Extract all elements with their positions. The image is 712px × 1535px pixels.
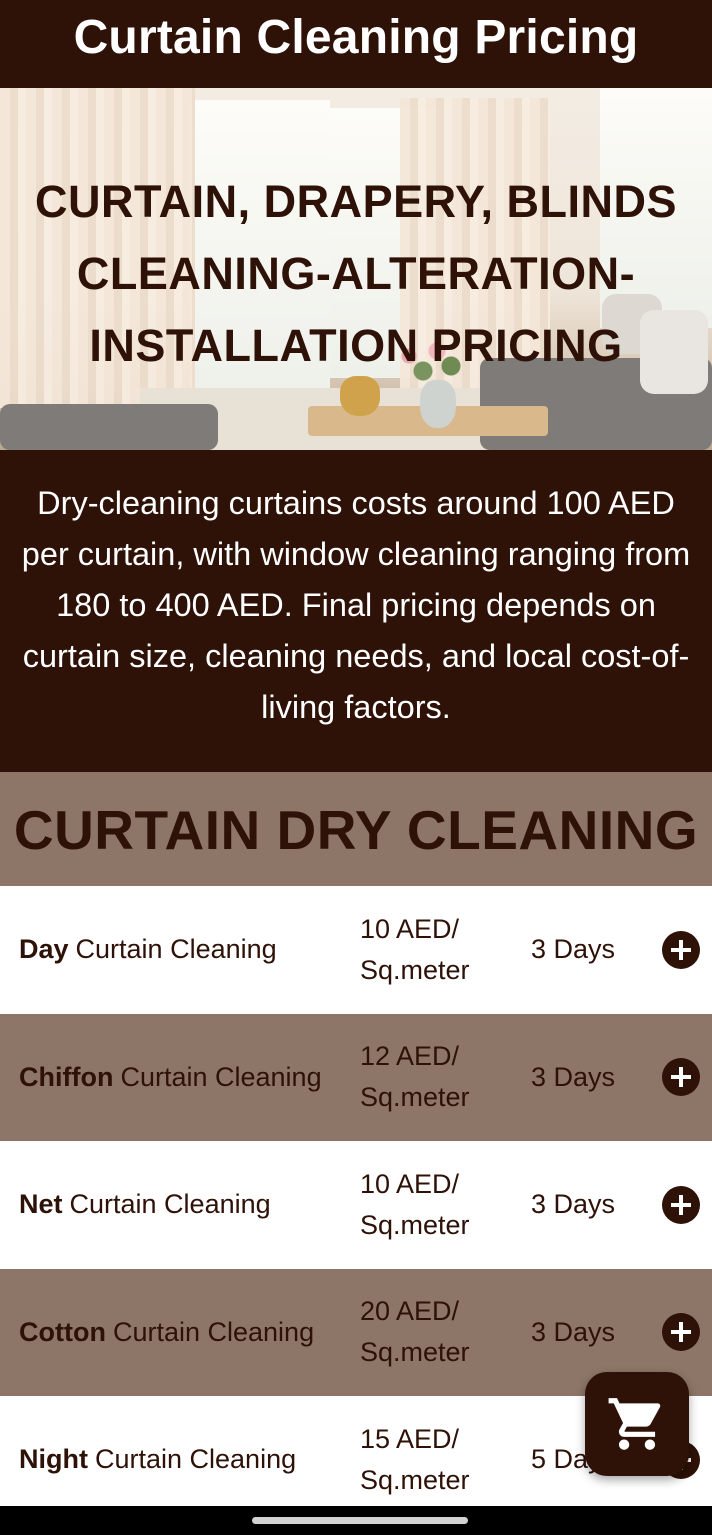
page: Curtain Cleaning Pricing CURTAIN, DRAPER… bbox=[0, 0, 712, 1535]
service-duration: 3 Days bbox=[531, 934, 616, 965]
shopping-cart-icon bbox=[608, 1398, 661, 1450]
service-name: Cotton Curtain Cleaning bbox=[19, 1269, 314, 1397]
service-label: Curtain Cleaning bbox=[120, 1061, 322, 1092]
vase-image bbox=[340, 376, 380, 416]
service-label: Curtain Cleaning bbox=[94, 1444, 297, 1475]
price-amount: 20 AED/ bbox=[360, 1296, 460, 1327]
intro-section: Dry-cleaning curtains costs around 100 A… bbox=[0, 450, 712, 772]
list-item: Chiffon Curtain Cleaning 12 AED/Sq.meter … bbox=[0, 1013, 712, 1142]
service-type: Net bbox=[19, 1189, 63, 1220]
price-unit: Sq.meter bbox=[360, 1464, 470, 1495]
service-label: Curtain Cleaning bbox=[75, 934, 277, 965]
system-nav-bar bbox=[0, 1506, 712, 1535]
hero-title: CURTAIN, DRAPERY, BLINDS CLEANING-ALTERA… bbox=[34, 176, 678, 371]
sofa-image bbox=[0, 404, 218, 450]
home-gesture-handle[interactable] bbox=[252, 1517, 468, 1524]
hero-banner: CURTAIN, DRAPERY, BLINDS CLEANING-ALTERA… bbox=[0, 88, 712, 450]
price-unit: Sq.meter bbox=[360, 1082, 470, 1113]
service-duration: 3 Days bbox=[531, 1061, 616, 1092]
service-name: Net Curtain Cleaning bbox=[19, 1141, 271, 1269]
list-item: Day Curtain Cleaning 10 AED/Sq.meter 3 Da… bbox=[0, 886, 712, 1014]
service-type: Chiffon bbox=[19, 1061, 114, 1092]
service-duration: 3 Days bbox=[531, 1189, 616, 1220]
price-amount: 10 AED/ bbox=[360, 913, 460, 944]
service-type: Cotton bbox=[19, 1316, 106, 1347]
price-amount: 10 AED/ bbox=[360, 1168, 460, 1199]
plus-circle-icon[interactable] bbox=[662, 1313, 700, 1352]
price-unit: Sq.meter bbox=[360, 1337, 470, 1368]
vase-image bbox=[420, 380, 456, 428]
service-type: Night bbox=[19, 1444, 88, 1475]
service-label: Curtain Cleaning bbox=[112, 1316, 315, 1347]
service-name: Day Curtain Cleaning bbox=[19, 886, 277, 1014]
price-amount: 15 AED/ bbox=[360, 1423, 460, 1454]
price-unit: Sq.meter bbox=[360, 954, 470, 985]
list-item: Net Curtain Cleaning 10 AED/Sq.meter 3 Da… bbox=[0, 1141, 712, 1269]
price-amount: 12 AED/ bbox=[360, 1041, 460, 1072]
section-title: CURTAIN DRY CLEANING bbox=[13, 799, 699, 861]
section-header: CURTAIN DRY CLEANING bbox=[0, 772, 712, 886]
plus-circle-icon[interactable] bbox=[662, 1058, 700, 1097]
service-label: Curtain Cleaning bbox=[69, 1189, 271, 1220]
service-name: Chiffon Curtain Cleaning bbox=[19, 1014, 322, 1142]
service-price: 10 AED/Sq.meter bbox=[360, 886, 470, 1014]
header-bar: Curtain Cleaning Pricing bbox=[0, 0, 712, 88]
service-price: 15 AED/Sq.meter bbox=[360, 1396, 470, 1524]
service-price: 12 AED/Sq.meter bbox=[360, 1014, 470, 1142]
page-title: Curtain Cleaning Pricing bbox=[73, 10, 639, 64]
plus-circle-icon[interactable] bbox=[662, 930, 700, 969]
service-price: 10 AED/Sq.meter bbox=[360, 1141, 470, 1269]
service-price: 20 AED/Sq.meter bbox=[360, 1269, 470, 1397]
service-type: Day bbox=[19, 934, 69, 965]
cart-button[interactable] bbox=[585, 1372, 689, 1476]
price-unit: Sq.meter bbox=[360, 1209, 470, 1240]
service-name: Night Curtain Cleaning bbox=[19, 1396, 296, 1524]
plus-circle-icon[interactable] bbox=[662, 1185, 700, 1224]
intro-text: Dry-cleaning curtains costs around 100 A… bbox=[21, 484, 691, 725]
